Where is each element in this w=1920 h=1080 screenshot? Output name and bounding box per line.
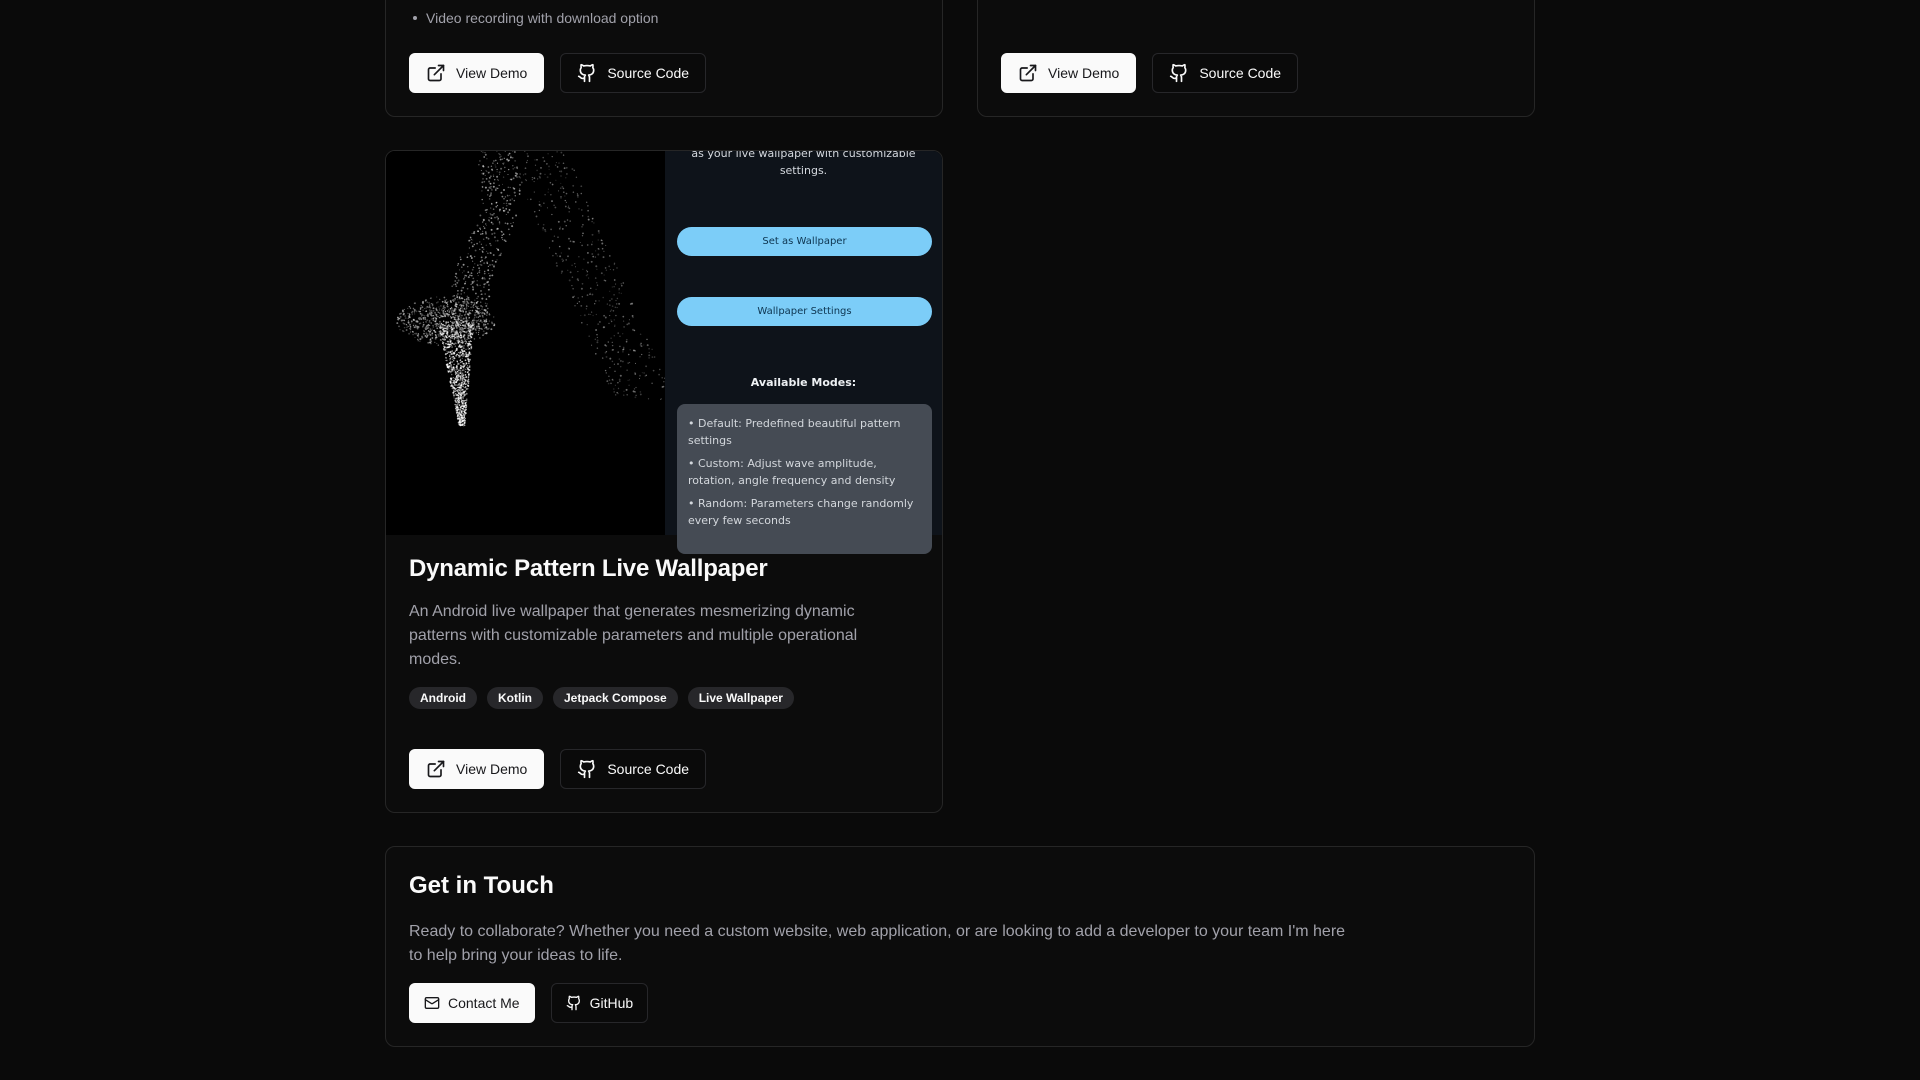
github-icon	[577, 63, 597, 83]
github-icon	[566, 995, 582, 1011]
modes-title: Available Modes:	[750, 376, 857, 389]
app-settings-preview: as your live wallpaper with customizable…	[665, 150, 942, 554]
source-code-label: Source Code	[607, 65, 690, 81]
portfolio-page: Video recording with download option Vie…	[0, 0, 1920, 1080]
contact-section: Get in Touch Ready to collaborate? Wheth…	[385, 846, 1535, 1047]
contact-title: Get in Touch	[409, 872, 554, 899]
project-title: Dynamic Pattern Live Wallpaper	[409, 555, 768, 582]
project-actions: View Demo Source Code	[1001, 53, 1299, 93]
tag-list: Android Kotlin Jetpack Compose Live Wall…	[409, 687, 794, 709]
view-demo-button[interactable]: View Demo	[409, 53, 545, 93]
modes-list: • Default: Predefined beautiful pattern …	[677, 404, 932, 554]
project-card: View Demo Source Code	[977, 0, 1535, 117]
github-icon	[1169, 63, 1189, 83]
external-link-icon	[1018, 63, 1038, 83]
feature-text: Video recording with download option	[426, 10, 659, 26]
set-wallpaper-button-preview: Set as Wallpaper	[677, 227, 932, 256]
project-actions: View Demo Source Code	[409, 749, 707, 789]
wallpaper-settings-button-preview: Wallpaper Settings	[677, 297, 932, 326]
feature-list-item: Video recording with download option	[413, 10, 658, 26]
external-link-icon	[426, 759, 446, 779]
contact-me-label: Contact Me	[448, 995, 520, 1011]
project-card: Video recording with download option Vie…	[385, 0, 943, 117]
contact-me-button[interactable]: Contact Me	[409, 983, 535, 1023]
contact-description: Ready to collaborate? Whether you need a…	[409, 923, 1346, 964]
source-code-label: Source Code	[607, 761, 690, 777]
mail-icon	[424, 995, 440, 1011]
mode-item: • Custom: Adjust wave amplitude, rotatio…	[688, 457, 896, 487]
bullet-icon	[413, 16, 417, 20]
view-demo-label: View Demo	[456, 65, 528, 81]
source-code-button[interactable]: Source Code	[1152, 53, 1299, 93]
github-label: GitHub	[589, 995, 634, 1011]
pattern-preview	[386, 151, 665, 535]
source-code-button[interactable]: Source Code	[560, 749, 707, 789]
external-link-icon	[426, 63, 446, 83]
source-code-label: Source Code	[1199, 65, 1282, 81]
tag: Android	[409, 687, 477, 709]
view-demo-button[interactable]: View Demo	[1001, 53, 1137, 93]
project-description: An Android live wallpaper that generates…	[409, 603, 858, 668]
project-card-dynamic-pattern: as your live wallpaper with customizable…	[385, 150, 943, 813]
contact-actions: Contact Me GitHub	[409, 983, 649, 1023]
app-intro-text: as your live wallpaper with customizable…	[691, 150, 916, 177]
view-demo-button[interactable]: View Demo	[409, 749, 545, 789]
view-demo-label: View Demo	[456, 761, 528, 777]
project-actions: View Demo Source Code	[409, 53, 707, 93]
mode-item: • Default: Predefined beautiful pattern …	[688, 417, 901, 447]
tag: Kotlin	[487, 687, 543, 709]
project-screenshot: as your live wallpaper with customizable…	[386, 150, 942, 554]
particle-pattern-graphic	[396, 151, 665, 427]
view-demo-label: View Demo	[1048, 65, 1120, 81]
github-button[interactable]: GitHub	[550, 983, 649, 1023]
source-code-button[interactable]: Source Code	[560, 53, 707, 93]
tag: Jetpack Compose	[553, 687, 678, 709]
tag: Live Wallpaper	[687, 687, 794, 709]
github-icon	[577, 759, 597, 779]
mode-item: • Random: Parameters change randomly eve…	[688, 497, 914, 527]
